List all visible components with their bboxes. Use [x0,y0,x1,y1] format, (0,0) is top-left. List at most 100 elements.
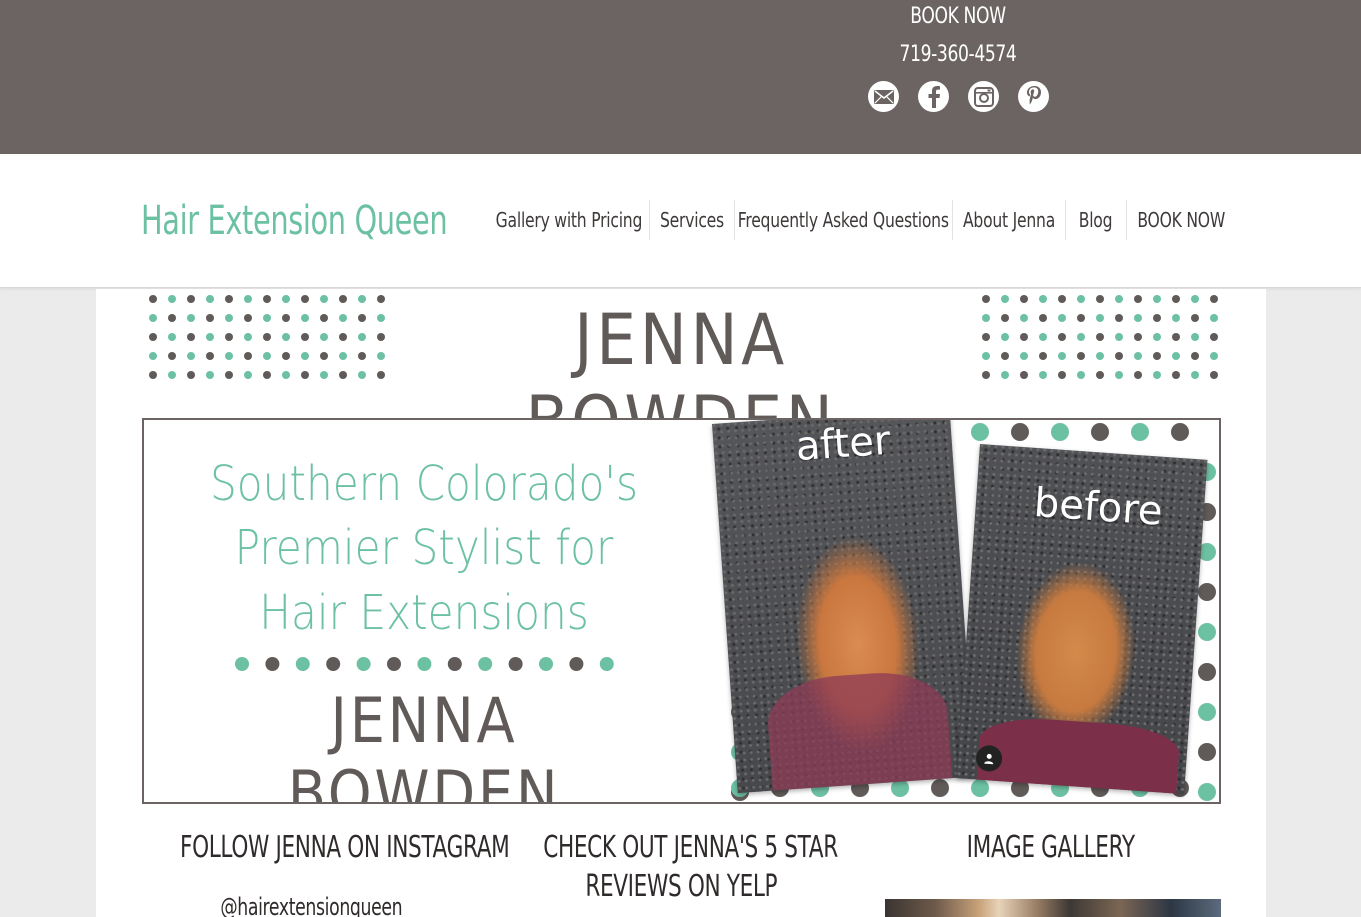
decor-dot [225,333,233,341]
decor-dot [377,371,385,379]
decor-dot [1210,333,1218,341]
decor-dot [1131,423,1149,441]
decor-dot [244,295,252,303]
nav-gallery-with-pricing[interactable]: Gallery with Pricing [489,200,649,240]
decor-dot [263,371,271,379]
decor-dot [339,352,347,360]
decor-dot [1001,295,1009,303]
decor-dot [1172,371,1180,379]
nav-services[interactable]: Services [650,200,734,240]
decor-dot [320,371,328,379]
decor-dot [1191,352,1199,360]
decor-dot [168,295,176,303]
decor-dot [1001,333,1009,341]
decor-dot [982,352,990,360]
decor-dot [1198,583,1216,601]
decor-dot [1210,295,1218,303]
decor-dot [1051,423,1069,441]
decor-dot [1058,352,1066,360]
decor-dot [447,657,462,671]
dot-pattern-right [982,295,1218,379]
main-nav: Gallery with Pricing Services Frequently… [0,200,1361,240]
decor-dot [387,657,401,671]
decor-dot [320,314,328,322]
decor-dot [508,657,523,671]
decor-dot [1058,371,1066,379]
decor-dot [282,371,290,379]
decor-dot [168,352,176,360]
gallery-section-title: IMAGE GALLERY [966,830,1136,865]
facebook-icon[interactable] [918,81,949,112]
decor-dot [301,371,309,379]
decor-dot [1134,371,1142,379]
instagram-icon[interactable] [968,81,999,112]
main-header: Hair Extension Queen Gallery with Pricin… [0,154,1361,288]
top-book-now-link[interactable]: BOOK NOW [880,4,1036,29]
decor-dot [265,657,280,671]
decor-dot [1210,314,1218,322]
decor-dot [235,657,249,671]
decor-dot [339,371,347,379]
decor-dot [1020,314,1028,322]
instagram-handle-link[interactable]: @hairextensionqueen [116,893,506,917]
decor-dot [168,371,176,379]
decor-dot [358,352,366,360]
decor-dot [971,779,989,797]
decor-dot [244,314,252,322]
before-label: before [1032,479,1165,535]
decor-dot [1198,623,1216,641]
decor-dot [1091,423,1109,441]
nav-blog[interactable]: Blog [1066,200,1126,240]
decor-dot [1134,352,1142,360]
gallery-thumbnail[interactable] [885,899,1221,917]
yelp-section-title-line-2: REVIEWS ON YELP [585,869,777,904]
decor-dot [1210,352,1218,360]
decor-dot [377,352,385,360]
pinterest-icon[interactable] [1018,81,1049,112]
decor-dot [1172,295,1180,303]
decor-dot [339,295,347,303]
decor-dot [244,333,252,341]
decor-dot [320,295,328,303]
decor-dot [225,314,233,322]
nav-book-now[interactable]: BOOK NOW [1127,200,1235,240]
decor-dot [225,371,233,379]
after-label: after [794,418,892,471]
decor-dot [206,352,214,360]
decor-dot [320,352,328,360]
decor-dot [263,314,271,322]
decor-dot [358,314,366,322]
decor-dot [225,295,233,303]
hero-banner[interactable]: Southern Colorado's Premier Stylist for … [142,418,1221,804]
decor-dot [1020,371,1028,379]
decor-dot [1077,295,1085,303]
decor-dot [478,657,493,671]
decor-dot [1039,333,1047,341]
decor-dot [149,295,157,303]
decor-dot [339,314,347,322]
decor-dot [1198,663,1216,681]
decor-dot [931,779,949,797]
decor-dot [1115,333,1123,341]
decor-dot [1210,371,1218,379]
decor-dot [320,333,328,341]
decor-dot [1011,423,1029,441]
decor-dot [1096,295,1104,303]
decor-dot [1001,352,1009,360]
nav-about-jenna[interactable]: About Jenna [953,200,1065,240]
decor-dot [1153,371,1161,379]
decor-dot [1058,314,1066,322]
decor-dot [1096,314,1104,322]
decor-dot [982,371,990,379]
instagram-section-title: FOLLOW JENNA ON INSTAGRAM [180,830,510,865]
nav-faq[interactable]: Frequently Asked Questions [735,200,952,240]
decor-dot [1039,371,1047,379]
phone-link[interactable]: 719-360-4574 [880,42,1036,67]
before-photo: before [956,444,1208,795]
yelp-section-title-line-1: CHECK OUT JENNA'S 5 STAR [543,830,838,865]
decor-dot [206,295,214,303]
email-icon[interactable] [868,81,899,112]
decor-dot [1039,295,1047,303]
decor-dot [326,657,341,671]
decor-dot [1077,314,1085,322]
